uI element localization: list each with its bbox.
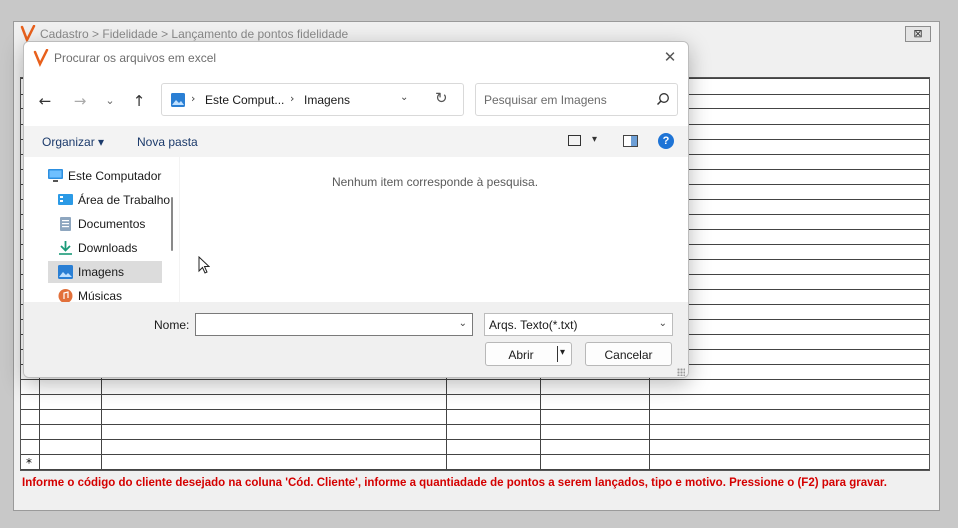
sidebar-item-label: Este Computador — [68, 169, 162, 183]
resize-grip[interactable] — [677, 368, 685, 376]
sidebar-item-this-pc[interactable]: Este Computador — [48, 165, 179, 187]
breadcrumb-separator: › — [290, 92, 295, 105]
back-button[interactable]: ← — [34, 90, 56, 112]
breadcrumb-this-pc[interactable]: Este Comput... — [205, 93, 284, 107]
sidebar-item-music[interactable]: Músicas — [58, 285, 179, 302]
recent-locations-button[interactable]: ⌄ — [99, 90, 121, 112]
sidebar-item-desktop[interactable]: Área de Trabalho — [58, 189, 179, 211]
preview-pane-icon[interactable] — [623, 135, 638, 147]
up-button[interactable]: ↑ — [128, 90, 150, 112]
cancel-button[interactable]: Cancelar — [585, 342, 672, 366]
empty-results-message: Nenhum item corresponde à pesquisa. — [331, 175, 539, 189]
grid-row-line — [21, 379, 929, 380]
mouse-cursor-icon — [198, 256, 210, 274]
pictures-folder-icon — [171, 93, 185, 107]
sidebar-item-label: Downloads — [78, 241, 138, 255]
navigation-pane: Este Computador Área de Trabalho Documen… — [24, 157, 179, 302]
grid-row-line — [21, 439, 929, 440]
file-list-area[interactable]: Nenhum item corresponde à pesquisa. — [180, 157, 688, 302]
grid-row-line — [21, 469, 929, 470]
address-bar[interactable]: › Este Comput... › Imagens ⌄ ↻ — [161, 83, 464, 116]
navigation-bar: ← → ⌄ ↑ › Este Comput... › Imagens ⌄ ↻ — [24, 72, 688, 126]
open-button[interactable]: Abrir ▾ — [485, 342, 572, 366]
search-icon — [656, 93, 669, 106]
background-close-button[interactable]: ⊠ — [905, 26, 931, 42]
forward-button[interactable]: → — [69, 90, 91, 112]
open-options-dropdown[interactable]: ▾ — [560, 347, 565, 358]
refresh-button[interactable]: ↻ — [435, 89, 448, 107]
navigation-pane-scrollbar[interactable] — [171, 197, 173, 251]
grid-row-line — [21, 424, 929, 425]
dialog-close-button[interactable]: ✕ — [660, 47, 680, 67]
breadcrumb-pictures[interactable]: Imagens — [304, 93, 350, 107]
grid-row-line — [21, 394, 929, 395]
file-type-value: Arqs. Texto(*.txt) — [489, 318, 578, 332]
chevron-down-icon[interactable]: ⌄ — [459, 318, 467, 329]
view-mode-icon[interactable] — [568, 135, 581, 146]
grid-row-line — [21, 409, 929, 410]
sidebar-item-label: Documentos — [78, 217, 146, 231]
sidebar-item-label: Imagens — [78, 265, 125, 279]
file-name-combobox[interactable]: ⌄ — [195, 313, 473, 336]
download-icon — [59, 241, 72, 255]
sidebar-item-downloads[interactable]: Downloads — [58, 237, 179, 259]
cancel-button-label: Cancelar — [604, 348, 653, 362]
open-file-dialog: Procurar os arquivos em excel ✕ ← → ⌄ ↑ … — [23, 41, 689, 378]
new-row-marker: * — [26, 456, 32, 470]
dialog-footer: Nome: ⌄ Arqs. Texto(*.txt) ⌄ Abrir ▾ Can… — [24, 302, 688, 377]
help-icon[interactable]: ? — [658, 133, 674, 149]
sidebar-item-documents[interactable]: Documentos — [58, 213, 179, 235]
dialog-titlebar: Procurar os arquivos em excel ✕ — [24, 42, 688, 72]
open-button-divider — [557, 346, 558, 362]
sidebar-item-pictures[interactable]: Imagens — [48, 261, 162, 283]
music-icon — [58, 289, 73, 302]
organize-menu-button[interactable]: Organizar ▾ — [42, 135, 104, 149]
sidebar-item-label: Músicas — [78, 289, 123, 302]
breadcrumb-separator: › — [191, 92, 196, 105]
sidebar-item-label: Área de Trabalho — [78, 193, 171, 207]
search-box[interactable] — [475, 83, 678, 116]
background-window-title: Cadastro > Fidelidade > Lançamento de po… — [40, 27, 349, 41]
documents-icon — [60, 217, 71, 231]
pictures-icon — [58, 265, 73, 279]
address-history-dropdown[interactable]: ⌄ — [400, 92, 408, 103]
open-button-label: Abrir — [508, 348, 534, 362]
file-name-input[interactable] — [200, 317, 450, 332]
file-type-select[interactable]: Arqs. Texto(*.txt) ⌄ — [484, 313, 673, 336]
grid-row-line — [21, 454, 929, 455]
status-message: Informe o código do cliente desejado na … — [22, 477, 887, 489]
command-bar: Organizar ▾ Nova pasta ▾ ? — [24, 126, 688, 157]
chevron-down-icon: ⌄ — [658, 318, 667, 329]
search-input[interactable] — [484, 92, 649, 108]
view-options-dropdown[interactable]: ▾ — [592, 134, 597, 145]
desktop-icon — [58, 194, 73, 205]
computer-icon — [48, 169, 63, 182]
app-logo-icon — [33, 49, 49, 67]
file-name-label: Nome: — [154, 318, 190, 332]
dialog-title: Procurar os arquivos em excel — [54, 51, 217, 65]
new-folder-button[interactable]: Nova pasta — [137, 135, 198, 149]
